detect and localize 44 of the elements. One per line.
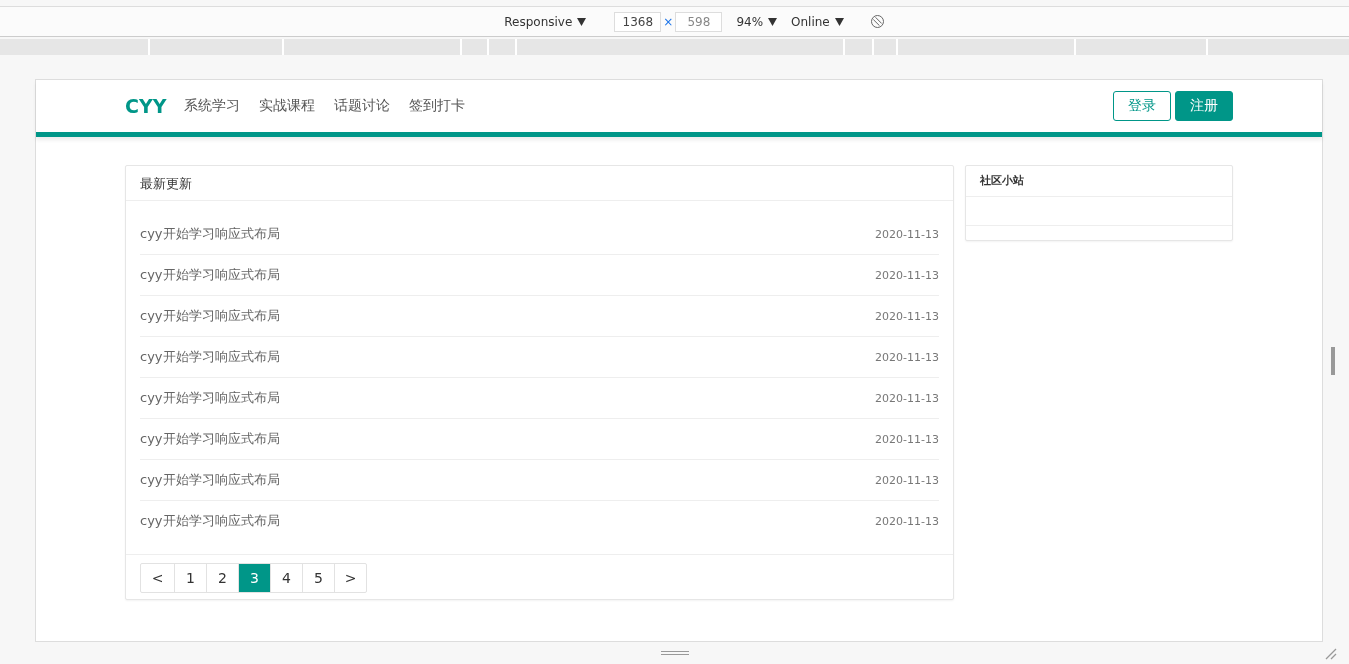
article-date: 2020-11-13: [875, 473, 939, 487]
site-logo[interactable]: CYY: [125, 95, 167, 117]
resize-corner-icon[interactable]: [1325, 648, 1337, 660]
article-date: 2020-11-13: [875, 227, 939, 241]
article-link[interactable]: cyy开始学习响应式布局: [140, 307, 280, 325]
page-link[interactable]: 3: [238, 564, 270, 592]
article-link[interactable]: cyy开始学习响应式布局: [140, 348, 280, 366]
network-dropdown[interactable]: Online: [791, 14, 830, 29]
page-link[interactable]: 4: [270, 564, 302, 592]
height-field[interactable]: 598: [675, 11, 723, 32]
caret-icon: [834, 17, 844, 26]
nav-link[interactable]: 话题讨论: [334, 97, 391, 115]
page-link[interactable]: 1: [174, 564, 206, 592]
caret-icon: [577, 17, 587, 26]
article-date: 2020-11-13: [875, 350, 939, 364]
article-date: 2020-11-13: [875, 309, 939, 323]
article-link[interactable]: cyy开始学习响应式布局: [140, 389, 280, 407]
page-link[interactable]: >: [334, 564, 366, 592]
panel-title: 最新更新: [126, 166, 953, 201]
article-date: 2020-11-13: [875, 514, 939, 528]
article-link[interactable]: cyy开始学习响应式布局: [140, 266, 280, 284]
nav-link[interactable]: 签到打卡: [409, 97, 466, 115]
article-date: 2020-11-13: [875, 391, 939, 405]
device-dropdown[interactable]: Responsive: [504, 14, 573, 29]
register-button[interactable]: 注册: [1175, 91, 1233, 121]
nav-link[interactable]: 系统学习: [184, 97, 241, 115]
panel-title: 社区小站: [966, 166, 1232, 197]
article-link[interactable]: cyy开始学习响应式布局: [140, 225, 280, 243]
page-link[interactable]: <: [141, 564, 174, 592]
article-link[interactable]: cyy开始学习响应式布局: [140, 430, 280, 448]
article-date: 2020-11-13: [875, 432, 939, 446]
login-button[interactable]: 登录: [1113, 91, 1171, 121]
times-sign: ×: [663, 14, 674, 29]
article-link[interactable]: cyy开始学习响应式布局: [140, 512, 280, 530]
page-link[interactable]: 5: [302, 564, 334, 592]
nav-link[interactable]: 实战课程: [259, 97, 316, 115]
resize-handle[interactable]: [1331, 347, 1335, 375]
article-date: 2020-11-13: [875, 268, 939, 282]
resize-handle[interactable]: [660, 651, 689, 655]
width-field[interactable]: 1368: [614, 11, 662, 32]
rotate-icon[interactable]: [869, 14, 885, 29]
article-link[interactable]: cyy开始学习响应式布局: [140, 471, 280, 489]
caret-icon: [768, 17, 778, 26]
zoom-dropdown[interactable]: 94%: [736, 14, 764, 29]
